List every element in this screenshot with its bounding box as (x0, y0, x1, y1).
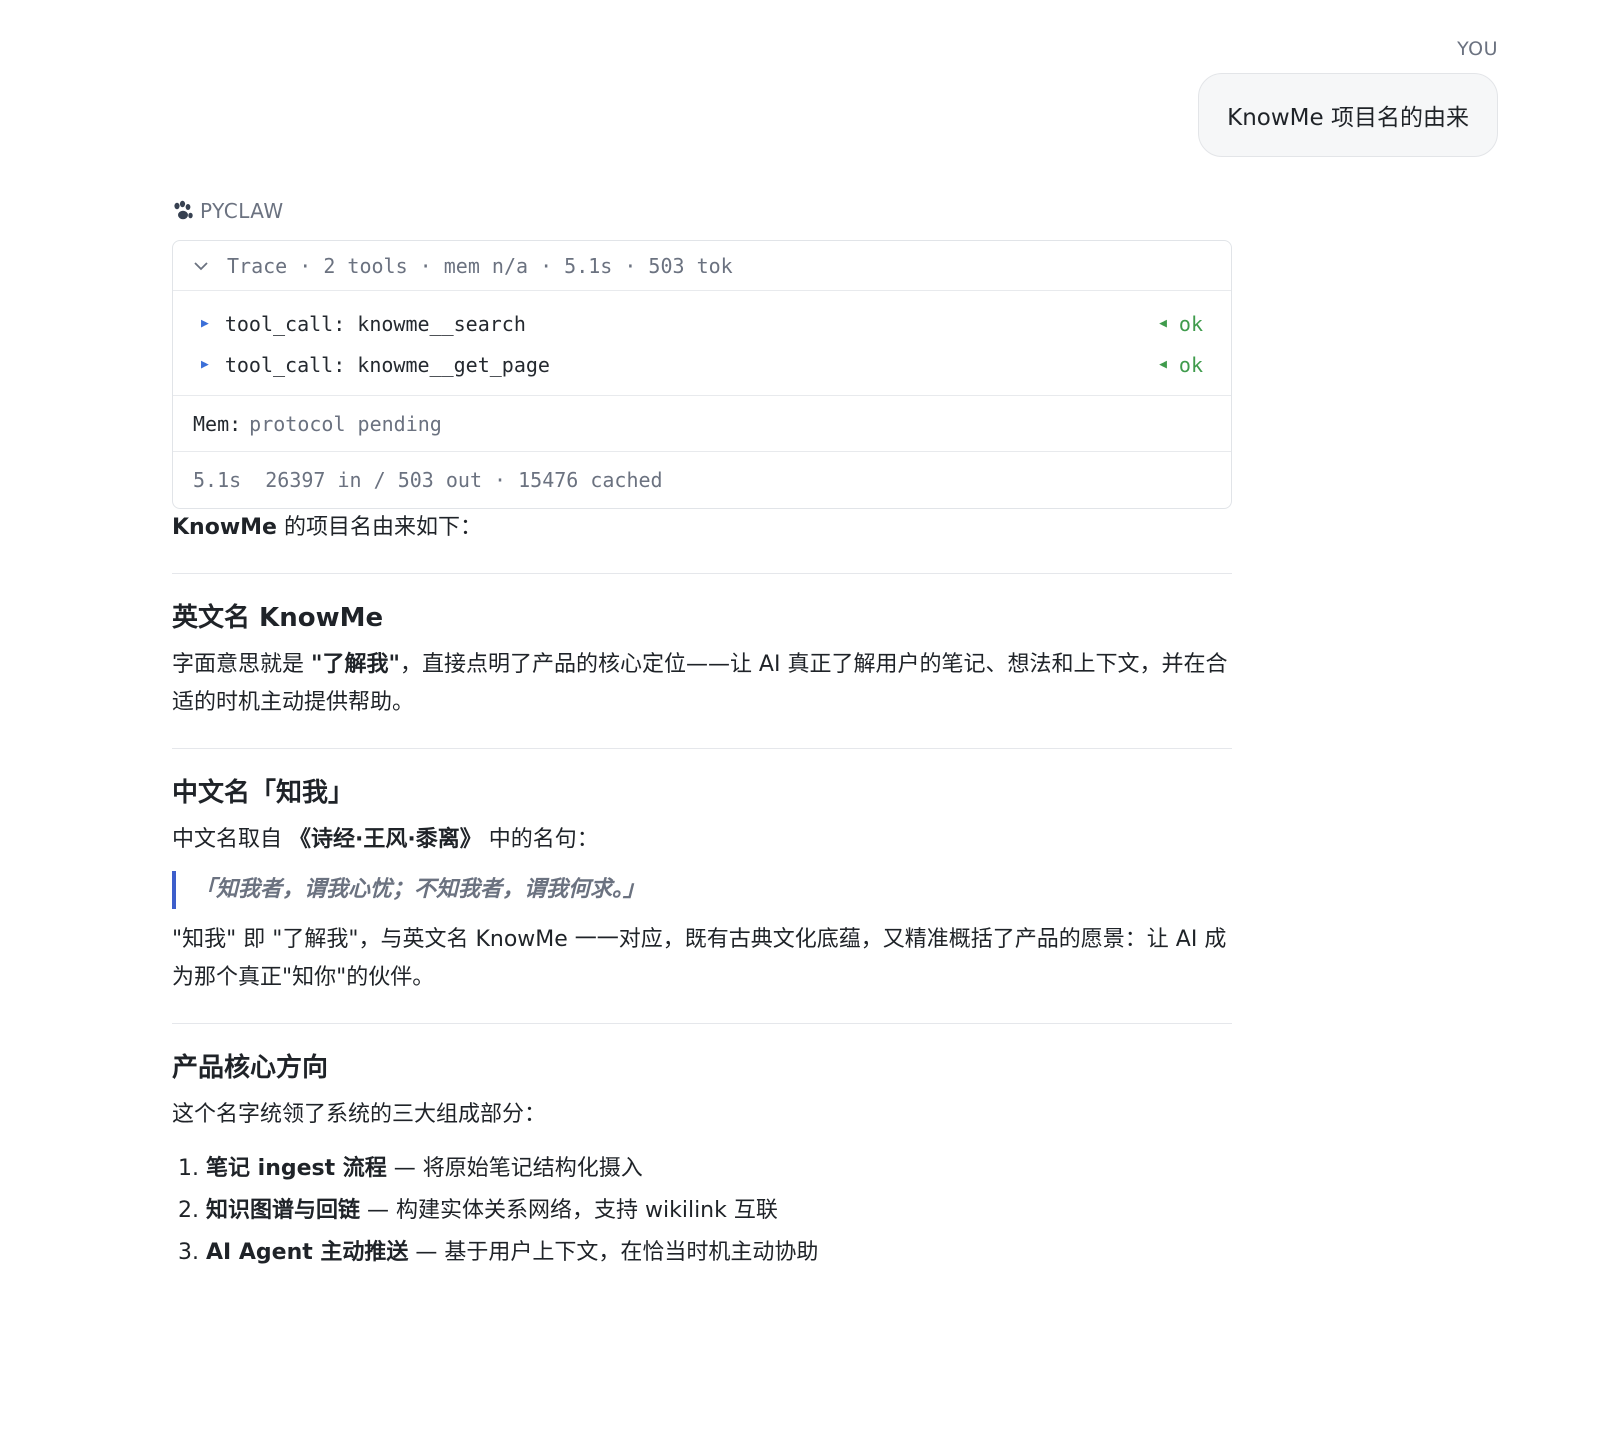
tool-call-row[interactable]: ▶ tool_call: knowme__get_page ◀ ok (201, 344, 1203, 385)
section-paragraph: 中文名取自 《诗经·王风·黍离》 中的名句： (172, 827, 599, 852)
trace-panel: Trace · 2 tools · mem n/a · 5.1s · 503 t… (172, 240, 1232, 509)
trace-mem-row: Mem: protocol pending (173, 396, 1231, 452)
chat-page: YOU KnowMe 项目名的由来 PYCLAW Trace · 2 tools (0, 0, 1600, 1441)
section-heading: 中文名「知我」 (172, 778, 355, 808)
list-item: 知识图谱与回链 — 构建实体关系网络，支持 wikilink 互联 (206, 1190, 1232, 1232)
mem-key: Mem: (193, 411, 242, 436)
section-paragraph: 字面意思就是 "了解我"，直接点明了产品的核心定位——让 AI 真正了解用户的笔… (172, 652, 1228, 715)
section-heading: 英文名 KnowMe (172, 603, 384, 633)
section-paragraph: 这个名字统领了系统的三大组成部分： (172, 1102, 547, 1127)
trace-summary: Trace · 2 tools · mem n/a · 5.1s · 503 t… (227, 253, 733, 278)
divider (172, 1023, 1232, 1024)
result-triangle-icon: ◀ (1159, 316, 1167, 331)
expand-triangle-icon: ▶ (201, 357, 209, 372)
mem-value: protocol pending (249, 411, 442, 436)
trace-toggle[interactable]: Trace · 2 tools · mem n/a · 5.1s · 503 t… (173, 241, 1231, 291)
chevron-down-icon (193, 261, 213, 271)
user-label: YOU (1457, 38, 1498, 60)
user-message-bubble: KnowMe 项目名的由来 (1198, 73, 1498, 157)
paw-icon (172, 200, 194, 222)
tool-call-status: ok (1178, 352, 1203, 377)
tool-call-name: tool_call: knowme__get_page (224, 352, 550, 377)
tool-call-row[interactable]: ▶ tool_call: knowme__search ◀ ok (201, 303, 1203, 344)
divider (172, 748, 1232, 749)
answer-content: KnowMe 的项目名由来如下： 英文名 KnowMe 字面意思就是 "了解我"… (172, 509, 1232, 1274)
blockquote: 「知我者，谓我心忧；不知我者，谓我何求。」 (172, 871, 1232, 909)
assistant-message: PYCLAW Trace · 2 tools · mem n/a · 5.1s … (172, 196, 1232, 1274)
divider (172, 573, 1232, 574)
expand-triangle-icon: ▶ (201, 316, 209, 331)
intro-text: KnowMe 的项目名由来如下： (172, 515, 482, 540)
tool-call-name: tool_call: knowme__search (224, 311, 526, 336)
assistant-name: PYCLAW (200, 199, 284, 223)
result-triangle-icon: ◀ (1159, 357, 1167, 372)
trace-stats: 5.1s 26397 in / 503 out · 15476 cached (193, 468, 663, 492)
trace-calls: ▶ tool_call: knowme__search ◀ ok ▶ tool_… (173, 291, 1231, 396)
assistant-label-row: PYCLAW (172, 196, 1232, 226)
section-paragraph: "知我" 即 "了解我"，与英文名 KnowMe 一一对应，既有古典文化底蕴，又… (172, 927, 1227, 990)
list-item: 笔记 ingest 流程 — 将原始笔记结构化摄入 (206, 1148, 1232, 1190)
list-item: AI Agent 主动推送 — 基于用户上下文，在恰当时机主动协助 (206, 1232, 1232, 1274)
tool-call-status: ok (1178, 311, 1203, 336)
section-heading: 产品核心方向 (172, 1053, 329, 1083)
ordered-list: 笔记 ingest 流程 — 将原始笔记结构化摄入 知识图谱与回链 — 构建实体… (172, 1148, 1232, 1274)
